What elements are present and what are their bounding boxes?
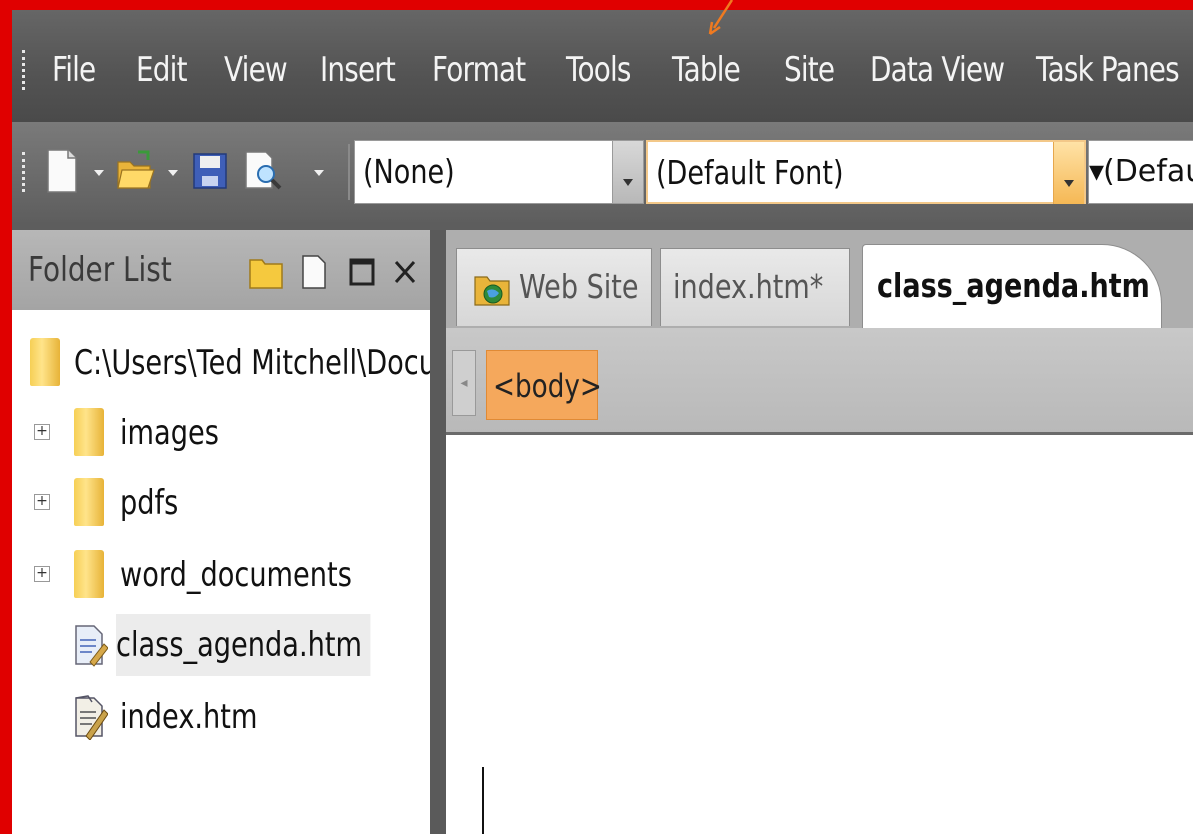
folder-root-row[interactable]: C:\Users\Ted Mitchell\Documer	[12, 332, 430, 394]
toolbar-grip[interactable]	[22, 152, 29, 192]
tree-item-label: pdfs	[120, 483, 179, 523]
web-site-icon	[474, 276, 510, 306]
tree-item-images[interactable]: + images	[12, 402, 430, 464]
new-dropdown-arrow[interactable]	[94, 170, 104, 176]
quick-tag-selector: ◂ <body>	[446, 328, 1193, 435]
screenshot-frame: File Edit View Insert Format Tools Table…	[0, 0, 1193, 834]
save-icon[interactable]	[190, 148, 230, 194]
new-folder-icon[interactable]	[248, 254, 284, 290]
new-page-icon[interactable]	[42, 148, 82, 194]
style-combo-dropdown-button[interactable]	[612, 141, 643, 203]
tree-item-label: class_agenda.htm	[116, 614, 371, 676]
preview-icon[interactable]	[242, 148, 282, 194]
panel-splitter[interactable]	[430, 230, 446, 834]
tree-item-word-documents[interactable]: + word_documents	[12, 544, 430, 606]
expand-icon[interactable]: +	[34, 494, 50, 510]
tag-label: <body>	[493, 367, 602, 405]
tab-class-agenda[interactable]: class_agenda.htm	[862, 244, 1162, 328]
menu-format[interactable]: Format	[432, 46, 526, 94]
tree-item-label: index.htm	[120, 697, 258, 737]
menu-data-view[interactable]: Data View	[870, 46, 1005, 94]
close-icon[interactable]	[392, 254, 418, 290]
size-combo-value: (Default	[1103, 154, 1193, 189]
annotation-arrow	[708, 0, 734, 36]
body-tag-button[interactable]: <body>	[486, 350, 602, 420]
editor-area: Web Site index.htm* class_agenda.htm ◂ <…	[446, 230, 1193, 834]
expand-icon[interactable]: +	[34, 566, 50, 582]
size-combo-arrow-icon[interactable]: ▾	[1089, 141, 1104, 203]
folder-icon	[74, 550, 104, 598]
menu-table[interactable]: Table	[672, 46, 741, 94]
folder-list-header: Folder List	[12, 230, 430, 310]
toolbar-separator	[348, 144, 350, 200]
tree-item-class-agenda[interactable]: class_agenda.htm	[12, 614, 430, 676]
folder-list-title: Folder List	[28, 250, 172, 290]
menu-grip[interactable]	[22, 50, 29, 90]
menu-file[interactable]: File	[52, 46, 96, 94]
tag-scroll-left-button[interactable]: ◂	[452, 350, 476, 416]
folder-icon	[30, 338, 60, 386]
text-caret	[482, 767, 484, 834]
folder-list-panel: Folder List C:\Users\Ted Mitchell\Doc + …	[12, 230, 430, 834]
tree-item-label: images	[120, 413, 219, 453]
tab-web-site[interactable]: Web Site	[456, 248, 652, 326]
expand-icon[interactable]: +	[34, 424, 50, 440]
folder-icon	[74, 408, 104, 456]
app-window: File Edit View Insert Format Tools Table…	[12, 10, 1193, 834]
menu-edit[interactable]: Edit	[136, 46, 188, 94]
menu-site[interactable]: Site	[784, 46, 835, 94]
open-dropdown-arrow[interactable]	[168, 170, 178, 176]
tree-item-pdfs[interactable]: + pdfs	[12, 472, 430, 534]
font-combo-dropdown-button[interactable]	[1053, 142, 1084, 204]
preview-dropdown-arrow[interactable]	[314, 170, 324, 176]
style-combo-value: (None)	[363, 152, 455, 191]
style-combo[interactable]: (None)	[354, 140, 644, 204]
tab-index-htm[interactable]: index.htm*	[660, 248, 850, 326]
menu-tools[interactable]: Tools	[566, 46, 631, 94]
folder-icon	[74, 478, 104, 526]
document-tabs: Web Site index.htm* class_agenda.htm	[446, 230, 1193, 328]
folder-root-path: C:\Users\Ted Mitchell\Documer	[74, 343, 430, 383]
menu-insert[interactable]: Insert	[320, 46, 396, 94]
size-combo[interactable]: ▾(Default	[1088, 140, 1193, 204]
tree-item-index[interactable]: index.htm	[12, 686, 430, 748]
menu-view[interactable]: View	[224, 46, 288, 94]
font-combo-value: (Default Font)	[656, 153, 844, 192]
tab-label: Web Site	[519, 267, 639, 306]
open-folder-icon[interactable]	[116, 148, 156, 194]
new-page-panel-icon[interactable]	[300, 254, 328, 290]
maximize-icon[interactable]	[348, 254, 376, 290]
tab-label: index.htm*	[673, 267, 824, 306]
tab-label: class_agenda.htm	[877, 266, 1150, 305]
html-page-icon	[75, 625, 108, 667]
design-view-canvas[interactable]	[446, 435, 1193, 834]
menu-task-panes[interactable]: Task Panes	[1036, 46, 1180, 94]
menu-bar: File Edit View Insert Format Tools Table…	[12, 10, 1193, 122]
home-page-icon	[75, 695, 108, 740]
formatting-toolbar: (None) (Default Font) ▾(Default	[12, 122, 1193, 222]
tree-item-label: word_documents	[120, 555, 352, 595]
font-combo[interactable]: (Default Font)	[646, 140, 1086, 204]
